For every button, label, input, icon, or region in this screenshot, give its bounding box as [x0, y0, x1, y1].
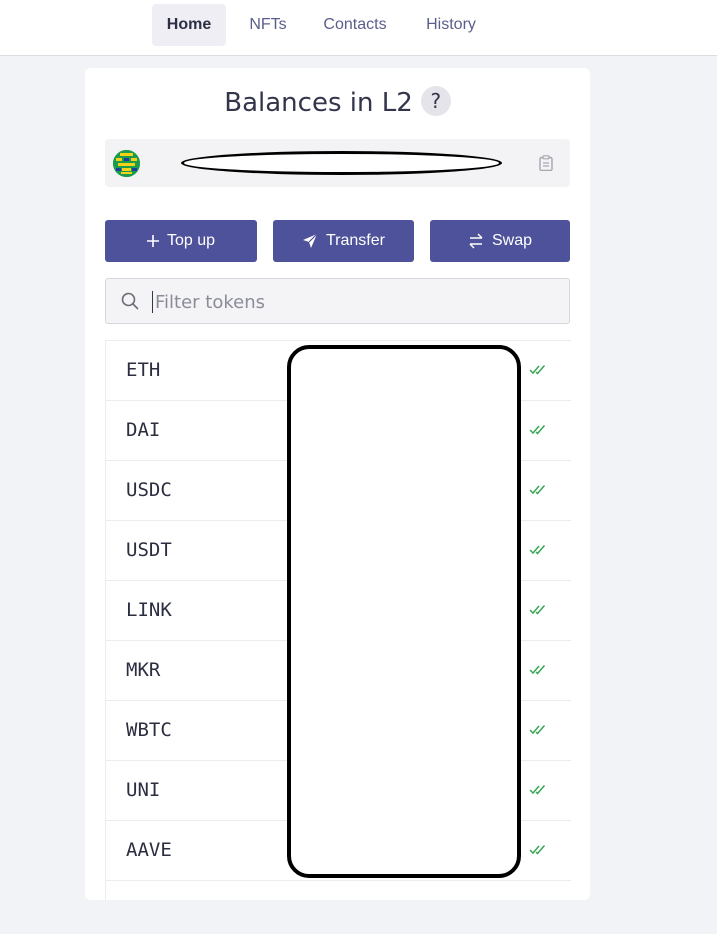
tab-nfts[interactable]: NFTs — [242, 4, 294, 46]
filter-tokens-input[interactable] — [152, 291, 557, 313]
redacted-balances-overlay — [287, 345, 521, 878]
tab-home[interactable]: Home — [152, 4, 226, 46]
double-check-icon — [529, 603, 547, 615]
redacted-address — [181, 151, 502, 175]
page-title: Balances in L2 — [224, 88, 413, 118]
token-symbol: DAI — [126, 419, 161, 441]
transfer-label: Transfer — [326, 232, 385, 249]
double-check-icon — [529, 723, 547, 735]
token-symbol: USDT — [126, 539, 172, 561]
top-navigation: Home NFTs Contacts History — [0, 0, 717, 56]
token-symbol: USDC — [126, 479, 172, 501]
page-title-row: Balances in L2? — [85, 86, 590, 118]
token-symbol: AAVE — [126, 839, 172, 861]
swap-label: Swap — [491, 232, 533, 249]
token-symbol: LINK — [126, 599, 172, 621]
swap-button[interactable]: Swap — [430, 220, 570, 262]
token-symbol: WBTC — [126, 719, 172, 741]
double-check-icon — [529, 423, 547, 435]
send-arrow-icon — [302, 233, 318, 249]
plus-icon — [146, 235, 159, 247]
double-check-icon — [529, 483, 547, 495]
top-up-button[interactable]: Top up — [105, 220, 257, 262]
transfer-button[interactable]: Transfer — [273, 220, 414, 262]
identicon-avatar — [113, 150, 140, 177]
token-symbol: MKR — [126, 659, 161, 681]
tab-contacts[interactable]: Contacts — [314, 4, 396, 46]
double-check-icon — [529, 843, 547, 855]
token-filter-box — [105, 278, 570, 324]
top-up-label: Top up — [166, 232, 216, 249]
double-check-icon — [529, 363, 547, 375]
account-address-box — [105, 139, 570, 187]
tab-history[interactable]: History — [418, 4, 484, 46]
search-icon — [121, 292, 139, 315]
double-check-icon — [529, 663, 547, 675]
clipboard-icon[interactable] — [539, 155, 553, 172]
token-symbol: UNI — [126, 779, 161, 801]
help-button[interactable]: ? — [420, 86, 451, 116]
swap-arrows-icon — [468, 233, 484, 249]
token-symbol: ETH — [126, 359, 161, 381]
double-check-icon — [529, 783, 547, 795]
double-check-icon — [529, 543, 547, 555]
